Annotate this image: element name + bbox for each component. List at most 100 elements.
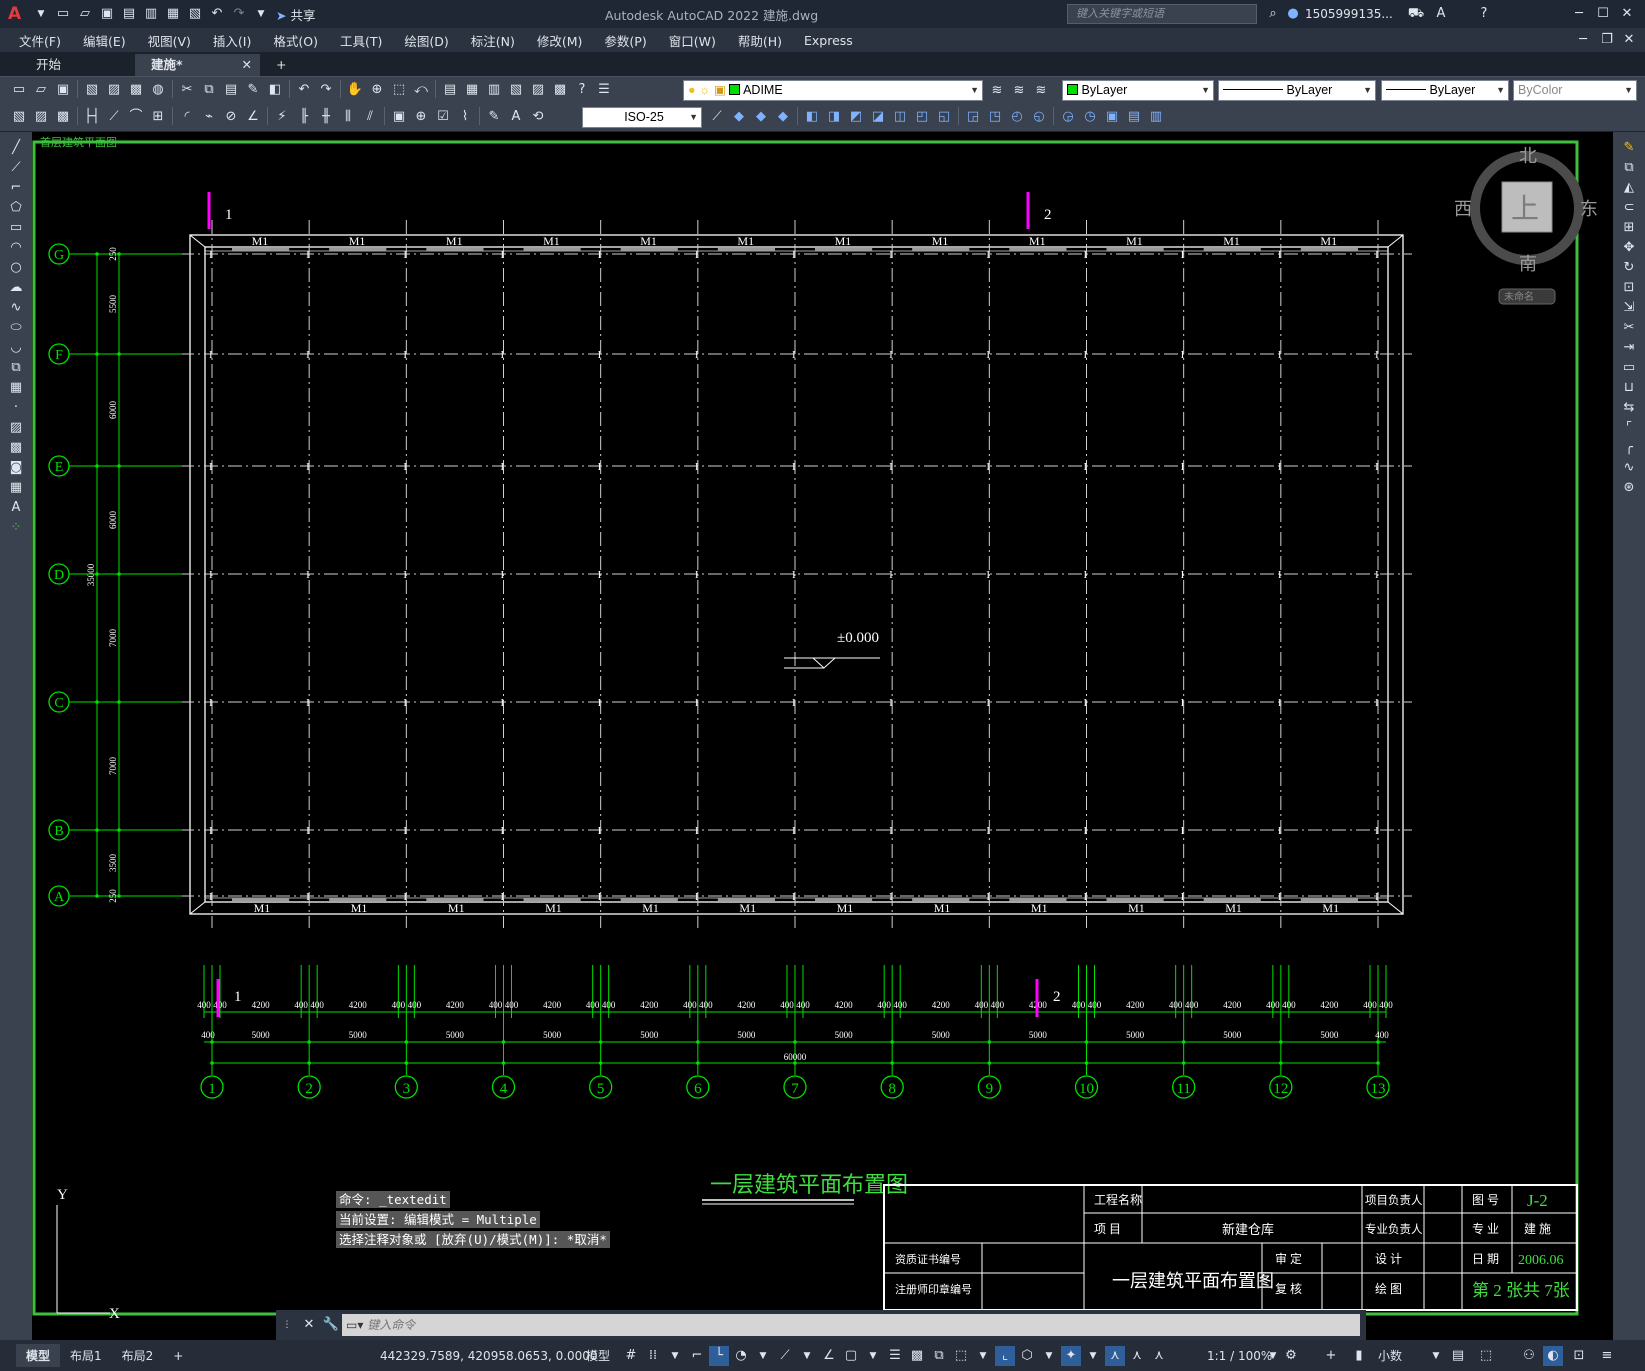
angular-icon[interactable]: ∠ — [243, 107, 263, 127]
lineweight-dropdown[interactable]: ByLayer ▼ — [1381, 80, 1509, 101]
modify-icon[interactable]: ▨ — [31, 107, 51, 127]
customize-icon[interactable]: ≡ — [1597, 1346, 1617, 1366]
chevron-down-icon[interactable]: ▼ — [1039, 1346, 1059, 1366]
layer-states-icon[interactable]: ≋ — [1031, 81, 1051, 101]
save-to-web-icon[interactable]: ▦ — [163, 4, 183, 24]
circle-icon[interactable]: ○ — [6, 258, 26, 278]
clean-screen-icon[interactable]: ⊡ — [1569, 1346, 1589, 1366]
otrack-icon[interactable]: ∠ — [819, 1346, 839, 1366]
object-icon[interactable]: ◵ — [1029, 107, 1049, 127]
spline-icon[interactable]: ∿ — [6, 298, 26, 318]
pan-icon[interactable]: ✋ — [345, 80, 365, 100]
3d-print-icon[interactable]: ◍ — [148, 80, 168, 100]
jogged-linear-icon[interactable]: ⌇ — [455, 107, 475, 127]
chevron-down-icon[interactable]: ▼ — [973, 1346, 993, 1366]
layer-manager-icon[interactable]: ☰ — [594, 80, 614, 100]
match-properties-icon[interactable]: ✎ — [243, 80, 263, 100]
rotate-icon[interactable]: ↻ — [1619, 258, 1639, 278]
ellipse-arc-icon[interactable]: ◡ — [6, 338, 26, 358]
polar-icon[interactable]: ◔ — [731, 1346, 751, 1366]
object-icon[interactable]: ◷ — [1080, 107, 1100, 127]
table-icon[interactable]: ▦ — [6, 478, 26, 498]
close-icon[interactable]: ✕ — [1617, 4, 1637, 24]
zoom-window-icon[interactable]: ⬚ — [389, 80, 409, 100]
user-name[interactable]: 1505999135... — [1305, 7, 1393, 21]
plotstyle-dropdown[interactable]: ByColor ▼ — [1513, 80, 1637, 101]
ellipse-icon[interactable]: ⬭ — [6, 318, 26, 338]
paste-icon[interactable]: ▤ — [221, 80, 241, 100]
center-mark-icon[interactable]: ⊕ — [411, 107, 431, 127]
menu-edit[interactable]: 编辑(E) — [72, 31, 137, 50]
command-customize-icon[interactable]: 🔧 — [321, 1315, 341, 1335]
array-icon[interactable]: ⊞ — [1619, 218, 1639, 238]
chevron-down-icon[interactable]: ▼ — [753, 1346, 773, 1366]
copy-icon[interactable]: ⧉ — [1619, 158, 1639, 178]
dynamic-ucs-icon[interactable]: ⌞ — [995, 1345, 1015, 1366]
transparency-icon[interactable]: ▩ — [907, 1346, 927, 1366]
layer-previous-icon[interactable]: ≋ — [1009, 81, 1029, 101]
arc-icon[interactable]: ◠ — [6, 238, 26, 258]
revcloud-icon[interactable]: ☁ — [6, 278, 26, 298]
chevron-down-icon[interactable]: ▼ — [863, 1346, 883, 1366]
isodraft-icon[interactable]: ⟋ — [775, 1346, 795, 1366]
linetype-dropdown[interactable]: ByLayer ▼ — [1218, 80, 1376, 101]
sheet-set-icon[interactable]: ▧ — [506, 80, 526, 100]
annotation-scale-icon[interactable]: ⋏ — [1149, 1346, 1169, 1366]
cart-icon[interactable]: ⛟ — [1406, 4, 1426, 24]
zoom-previous-icon[interactable]: ⤺ — [411, 80, 431, 100]
lineweight-icon[interactable]: ☰ — [885, 1346, 905, 1366]
dimstyle-manager-icon[interactable]: ⟋ — [707, 107, 727, 127]
add-plus-icon[interactable]: + — [1321, 1346, 1341, 1366]
publish-icon[interactable]: ▩ — [126, 80, 146, 100]
tab-drawing[interactable]: 建施* ✕ — [135, 54, 260, 76]
save-as-icon[interactable]: ▤ — [119, 4, 139, 24]
jogged-icon[interactable]: ⌁ — [199, 107, 219, 127]
3d-osnap-icon[interactable]: ⬚ — [951, 1346, 971, 1366]
chamfer-icon[interactable]: ⌜ — [1619, 418, 1639, 438]
markup-icon[interactable]: ▨ — [528, 80, 548, 100]
object-icon[interactable]: ◴ — [1007, 107, 1027, 127]
offset-icon[interactable]: ⊂ — [1619, 198, 1639, 218]
redo-icon[interactable]: ↷ — [229, 4, 249, 24]
object-icon[interactable]: ◫ — [890, 107, 910, 127]
minimize-icon[interactable]: ─ — [1569, 4, 1589, 24]
doc-minimize-icon[interactable]: ─ — [1573, 30, 1593, 50]
share-button[interactable]: ➤ 共享 — [276, 5, 315, 24]
properties-icon[interactable]: ▤ — [440, 80, 460, 100]
ordinate-icon[interactable]: ⊞ — [148, 107, 168, 127]
continue-icon[interactable]: ╫ — [316, 107, 336, 127]
quick-properties-icon[interactable]: ▤ — [1448, 1346, 1468, 1366]
snap-icon[interactable]: ⁞⁞ — [643, 1346, 663, 1366]
object-icon[interactable]: ◳ — [985, 107, 1005, 127]
object-icon[interactable]: ◲ — [963, 107, 983, 127]
polygon-icon[interactable]: ⬠ — [6, 198, 26, 218]
units-icon[interactable]: ▮ — [1349, 1346, 1369, 1366]
grid-icon[interactable]: # — [621, 1346, 641, 1366]
diameter-icon[interactable]: ⊘ — [221, 107, 241, 127]
zoom-realtime-icon[interactable]: ⊕ — [367, 80, 387, 100]
quick-dim-icon[interactable]: ⚡ — [272, 107, 292, 127]
quick-access-dropdown-icon[interactable]: ▼ — [251, 4, 271, 24]
object-icon[interactable]: ◨ — [824, 107, 844, 127]
layout-tab-2[interactable]: 布局2 — [112, 1344, 164, 1367]
scale-icon[interactable]: ⊡ — [1619, 278, 1639, 298]
rectangle-icon[interactable]: ▭ — [6, 218, 26, 238]
object-icon[interactable]: ◶ — [1058, 107, 1078, 127]
gizmo-icon[interactable]: ✦ — [1061, 1345, 1081, 1366]
object-icon[interactable]: ◱ — [934, 107, 954, 127]
doc-restore-icon[interactable]: ❐ — [1597, 30, 1617, 50]
object-icon[interactable]: ◆ — [751, 107, 771, 127]
ortho-icon[interactable]: └ — [709, 1345, 729, 1366]
modify-icon[interactable]: ▩ — [53, 107, 73, 127]
model-space-button[interactable]: 模型 — [586, 1347, 610, 1364]
mtext-icon[interactable]: A — [6, 498, 26, 518]
open-icon[interactable]: ▱ — [31, 80, 51, 100]
menu-help[interactable]: 帮助(H) — [727, 31, 793, 50]
search-icon[interactable]: ⌕ — [1263, 4, 1283, 24]
menu-tools[interactable]: 工具(T) — [329, 31, 393, 50]
object-icon[interactable]: ◧ — [802, 107, 822, 127]
stretch-icon[interactable]: ⇲ — [1619, 298, 1639, 318]
gradient-icon[interactable]: ▩ — [6, 438, 26, 458]
menu-dimension[interactable]: 标注(N) — [460, 31, 526, 50]
add-selected-icon[interactable]: ⁘ — [6, 518, 26, 538]
